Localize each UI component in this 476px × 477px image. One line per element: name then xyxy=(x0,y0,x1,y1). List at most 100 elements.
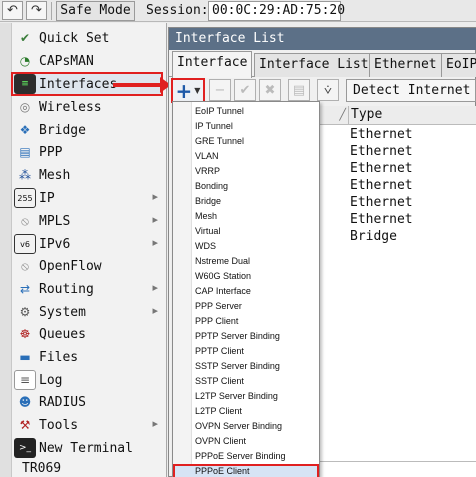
table-row[interactable]: Ethernet xyxy=(320,126,476,143)
remove-button[interactable]: − xyxy=(209,79,231,101)
tab-ethernet[interactable]: Ethernet xyxy=(369,53,442,77)
menu-item-nstreme-dual[interactable]: Nstreme Dual xyxy=(195,254,319,269)
sidebar-item-ipv6[interactable]: v6 IPv6 ▸ xyxy=(14,233,166,255)
sidebar-item-mpls[interactable]: ⦸ MPLS ▸ xyxy=(14,210,166,232)
interfaces-icon: ≡ xyxy=(14,74,36,94)
menu-item-ip-tunnel[interactable]: IP Tunnel xyxy=(195,119,319,134)
table-row[interactable]: Ethernet xyxy=(320,143,476,160)
tab-interface[interactable]: Interface xyxy=(172,51,253,78)
menu-item-bridge[interactable]: Bridge xyxy=(195,194,319,209)
redo-icon[interactable]: ↷ xyxy=(26,1,47,20)
table-row[interactable]: Ethernet xyxy=(320,160,476,177)
menu-item-sstp-server-binding[interactable]: SSTP Server Binding xyxy=(195,359,319,374)
safe-mode-button[interactable]: Safe Mode xyxy=(56,1,135,21)
window-title: Interface List xyxy=(169,28,476,50)
menu-item-sstp-client[interactable]: SSTP Client xyxy=(195,374,319,389)
sidebar-item-new-terminal[interactable]: >_ New Terminal xyxy=(14,437,166,459)
menu-item-ppp-client[interactable]: PPP Client xyxy=(195,314,319,329)
menu-item-pptp-client[interactable]: PPTP Client xyxy=(195,344,319,359)
filter-button[interactable]: ⩒ xyxy=(317,79,339,101)
type-cell: Ethernet xyxy=(350,161,413,176)
menu-item-ovpn-client[interactable]: OVPN Client xyxy=(195,434,319,449)
sidebar-item-quick-set[interactable]: ✔ Quick Set xyxy=(14,27,166,49)
sidebar-item-label: System xyxy=(39,304,86,320)
sidebar-item-bridge[interactable]: ❖ Bridge xyxy=(14,119,166,141)
sidebar-item-openflow[interactable]: ⦸ OpenFlow xyxy=(14,255,166,277)
queues-icon: ☸ xyxy=(19,327,31,341)
menu-item-ppp-server[interactable]: PPP Server xyxy=(195,299,319,314)
sidebar-item-radius[interactable]: ☻ RADIUS xyxy=(14,391,166,413)
sidebar-item-tr069[interactable]: TR069 xyxy=(22,461,61,476)
session-field[interactable]: 00:0C:29:AD:75:20 xyxy=(208,1,345,21)
sidebar-item-ppp[interactable]: ▤ PPP xyxy=(14,141,166,163)
menu-item-bonding[interactable]: Bonding xyxy=(195,179,319,194)
sidebar-item-tools[interactable]: ⚒ Tools ▸ xyxy=(14,414,166,436)
table-row[interactable]: Bridge xyxy=(320,228,476,245)
type-cell: Ethernet xyxy=(350,178,413,193)
sidebar-item-label: MPLS xyxy=(39,213,71,229)
ip-icon: 255 xyxy=(14,188,36,208)
enable-button[interactable]: ✔ xyxy=(234,79,256,101)
openflow-icon: ⦸ xyxy=(21,258,29,273)
sidebar-item-mesh[interactable]: ⁂ Mesh xyxy=(14,164,166,186)
chevron-down-icon: ▼ xyxy=(194,86,201,95)
menu-item-mesh[interactable]: Mesh xyxy=(195,209,319,224)
filter-icon: ⩒ xyxy=(324,82,332,98)
menu-item-cap-interface[interactable]: CAP Interface xyxy=(195,284,319,299)
sidebar-item-capsman[interactable]: ◔ CAPsMAN xyxy=(14,50,166,72)
sidebar-item-queues[interactable]: ☸ Queues xyxy=(14,323,166,345)
sidebar-item-label: CAPsMAN xyxy=(39,53,94,69)
comment-button[interactable]: ▤ xyxy=(288,79,310,101)
sidebar-item-files[interactable]: ▬ Files xyxy=(14,346,166,368)
sidebar-item-label: Bridge xyxy=(39,122,86,138)
bridge-icon: ❖ xyxy=(19,123,31,137)
undo-icon[interactable]: ↶ xyxy=(2,1,23,20)
session-label: Session: xyxy=(146,3,209,18)
menu-item-eoip-tunnel[interactable]: EoIP Tunnel xyxy=(195,104,319,119)
type-cell: Ethernet xyxy=(350,212,413,227)
tab-eoip[interactable]: EoIP xyxy=(441,53,476,77)
sidebar-item-label: Wireless xyxy=(39,99,102,115)
menu-item-wds[interactable]: WDS xyxy=(195,239,319,254)
submenu-arrow-icon: ▸ xyxy=(152,304,158,317)
sidebar-item-routing[interactable]: ⇄ Routing ▸ xyxy=(14,278,166,300)
add-button[interactable]: + ▼ xyxy=(171,78,205,103)
tab-interface-list[interactable]: Interface List xyxy=(254,53,374,77)
table-row[interactable]: Ethernet xyxy=(320,211,476,228)
disable-button[interactable]: ✖ xyxy=(259,79,281,101)
menu-item-vrrp[interactable]: VRRP xyxy=(195,164,319,179)
winbox-side-strip xyxy=(0,23,12,477)
sidebar-item-wireless[interactable]: ◎ Wireless xyxy=(14,96,166,118)
sidebar-item-system[interactable]: ⚙ System ▸ xyxy=(14,301,166,323)
menu-item-gre-tunnel[interactable]: GRE Tunnel xyxy=(195,134,319,149)
sidebar-item-label: Quick Set xyxy=(39,30,110,46)
tab-bar: Interface Interface List Ethernet EoIP xyxy=(169,51,476,78)
menu-item-pppoe-client[interactable]: PPPoE Client xyxy=(173,464,319,477)
menu-item-l2tp-server-binding[interactable]: L2TP Server Binding xyxy=(195,389,319,404)
sidebar-item-label: Queues xyxy=(39,326,86,342)
menu-item-pptp-server-binding[interactable]: PPTP Server Binding xyxy=(195,329,319,344)
detect-internet-button[interactable]: Detect Internet xyxy=(346,79,476,102)
plus-icon: + xyxy=(175,78,193,103)
minus-icon: − xyxy=(214,82,226,98)
sidebar-item-ip[interactable]: 255 IP ▸ xyxy=(14,187,166,209)
menu-item-w60g-station[interactable]: W60G Station xyxy=(195,269,319,284)
menu-item-l2tp-client[interactable]: L2TP Client xyxy=(195,404,319,419)
sidebar-item-label: Files xyxy=(39,349,79,365)
sidebar-item-label: Routing xyxy=(39,281,94,297)
menu-item-pppoe-server-binding[interactable]: PPPoE Server Binding xyxy=(195,449,319,464)
comment-icon: ▤ xyxy=(292,82,306,98)
type-cell: Ethernet xyxy=(350,144,413,159)
table-row[interactable]: Ethernet xyxy=(320,194,476,211)
sidebar: ✔ Quick Set ◔ CAPsMAN ≡ Interfaces ◎ Wir… xyxy=(0,23,167,477)
menu-item-vlan[interactable]: VLAN xyxy=(195,149,319,164)
menu-item-virtual[interactable]: Virtual xyxy=(195,224,319,239)
table-divider xyxy=(320,461,476,462)
column-header-type[interactable]: Type xyxy=(349,106,476,125)
submenu-arrow-icon: ▸ xyxy=(152,236,158,249)
table-row[interactable]: Ethernet xyxy=(320,177,476,194)
menu-item-ovpn-server-binding[interactable]: OVPN Server Binding xyxy=(195,419,319,434)
mesh-icon: ⁂ xyxy=(19,168,31,182)
sidebar-item-log[interactable]: ≡ Log xyxy=(14,369,166,391)
sort-indicator-icon[interactable]: ╱ xyxy=(320,106,349,125)
